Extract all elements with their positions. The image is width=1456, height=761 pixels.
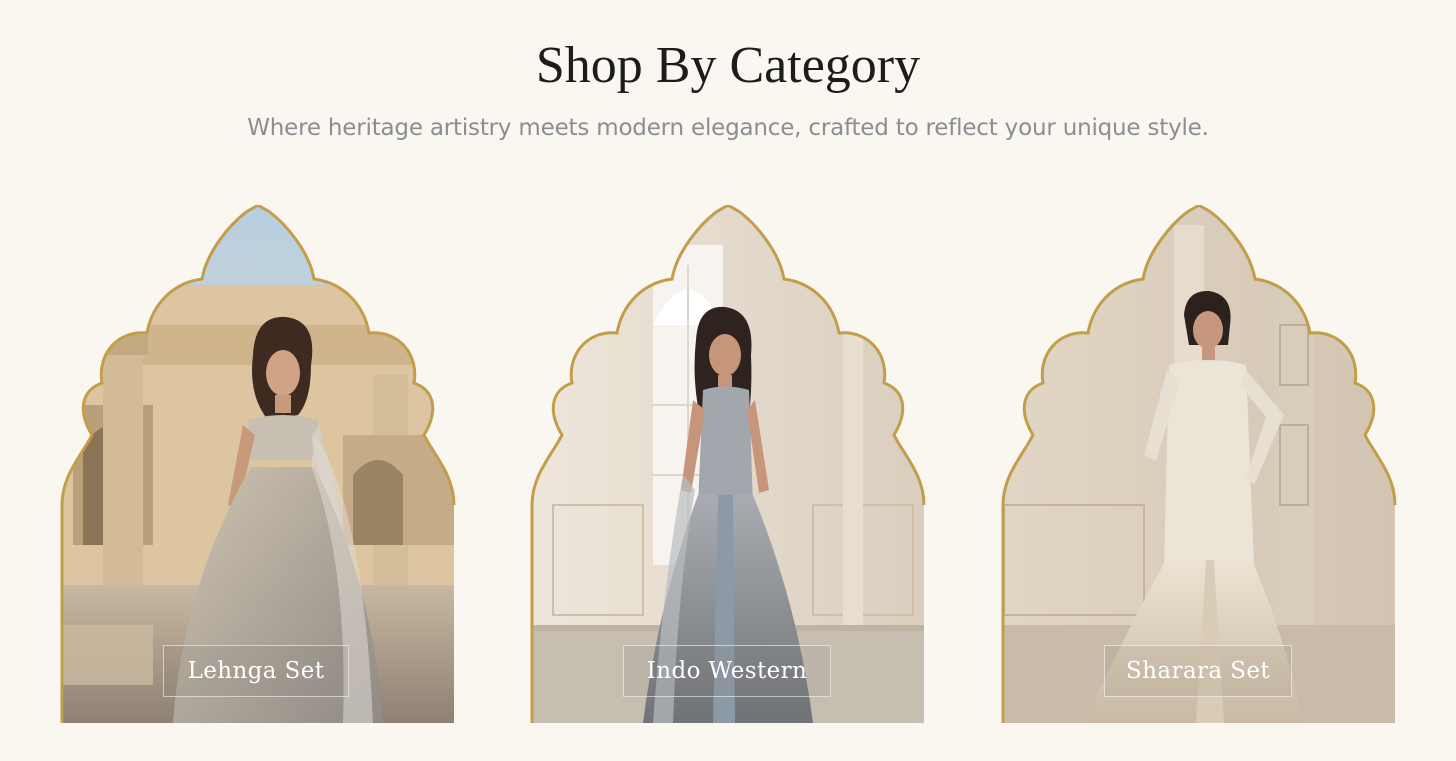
category-card-sharara-set[interactable]: Sharara Set <box>984 205 1414 723</box>
section-title: Shop By Category <box>535 37 921 94</box>
category-card-lehnga-set[interactable]: Lehnga Set <box>43 205 473 723</box>
category-label-indo-western[interactable]: Indo Western <box>623 645 831 697</box>
category-label-sharara-set[interactable]: Sharara Set <box>1104 645 1292 697</box>
section-subtitle: Where heritage artistry meets modern ele… <box>247 115 1209 141</box>
category-card-indo-western[interactable]: Indo Western <box>513 205 943 723</box>
category-label-lehnga-set[interactable]: Lehnga Set <box>163 645 349 697</box>
